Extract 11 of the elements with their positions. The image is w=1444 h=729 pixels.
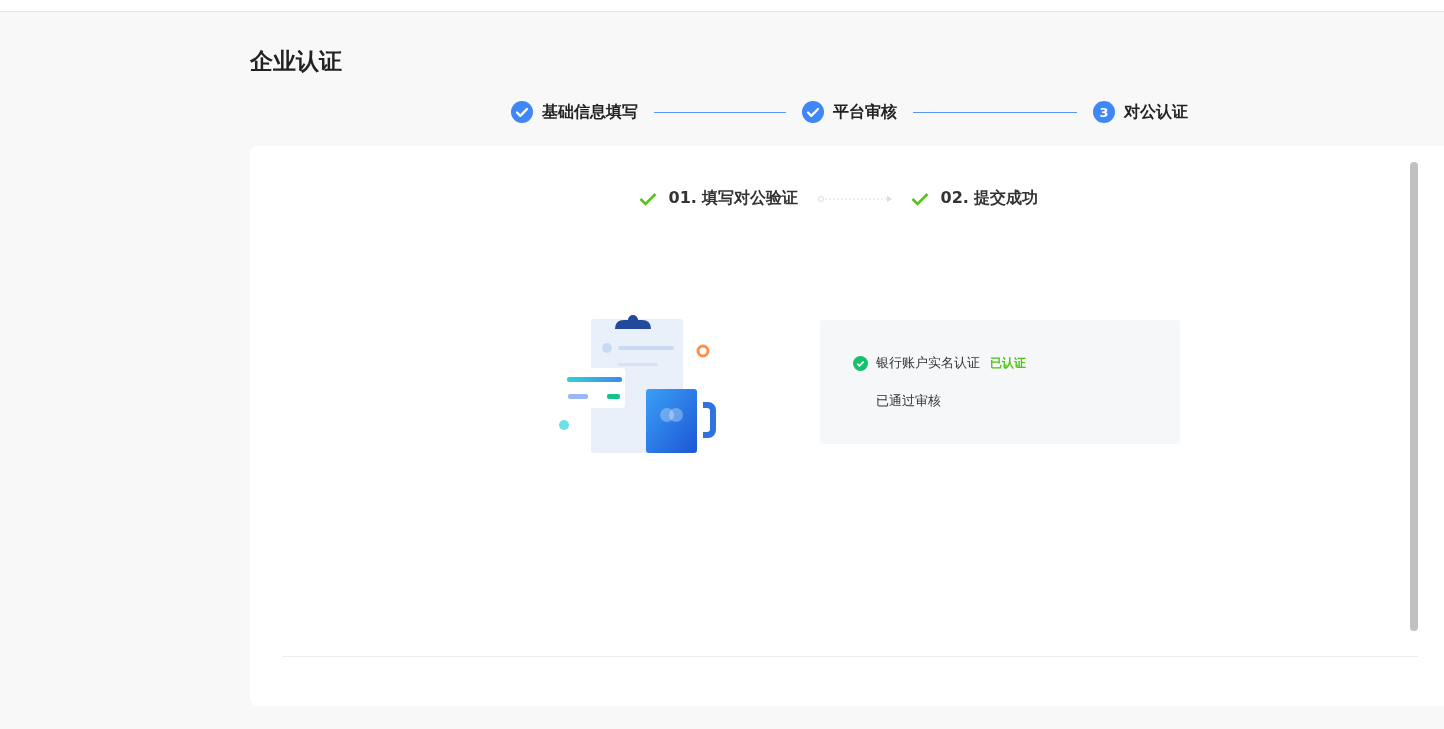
scrollbar[interactable] — [1410, 162, 1418, 631]
result-title: 银行账户实名认证 — [876, 354, 980, 372]
step-number: 3 — [1093, 101, 1115, 123]
result-message: 已通过审核 — [876, 392, 942, 410]
page-title: 企业认证 — [250, 47, 343, 76]
step-label: 平台审核 — [833, 101, 897, 123]
step-label: 对公认证 — [1124, 101, 1188, 123]
step-label: 基础信息填写 — [542, 101, 638, 123]
sub-step-label: 02. 提交成功 — [940, 188, 1039, 209]
sub-step-label: 01. 填写对公验证 — [668, 188, 799, 209]
status-label: 已认证 — [990, 354, 1026, 372]
